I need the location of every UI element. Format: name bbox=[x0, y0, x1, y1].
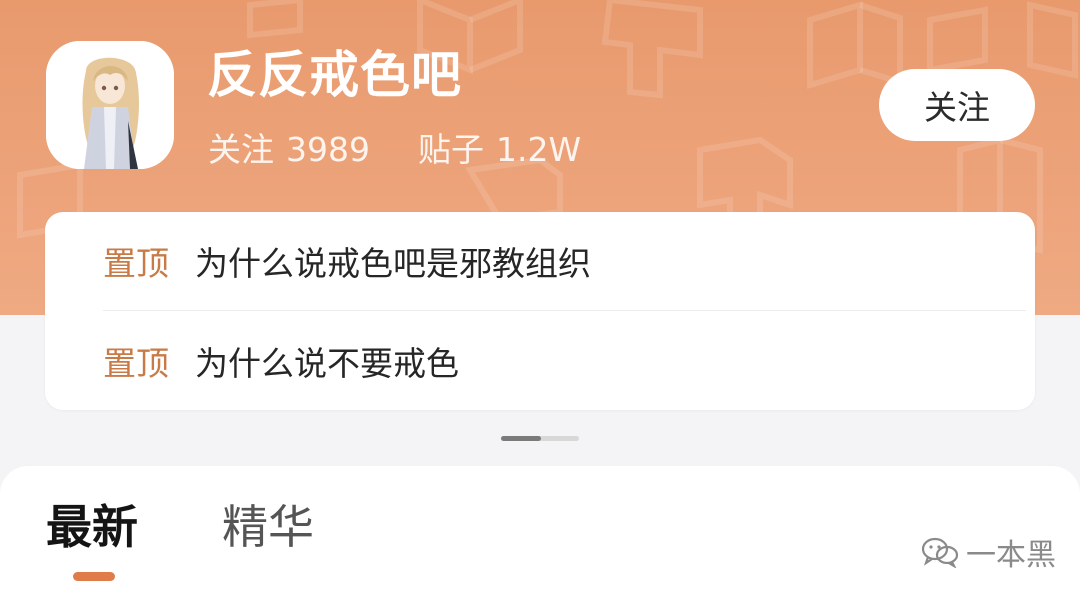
feed-tabs-sheet bbox=[0, 466, 1080, 606]
pinned-post-item[interactable]: 置顶 为什么说戒色吧是邪教组织 bbox=[45, 212, 1035, 310]
pinned-posts-card: 置顶 为什么说戒色吧是邪教组织 置顶 为什么说不要戒色 bbox=[45, 212, 1035, 410]
pinned-post-title: 为什么说不要戒色 bbox=[195, 344, 459, 383]
forum-avatar[interactable] bbox=[46, 41, 174, 169]
pinned-post-title: 为什么说戒色吧是邪教组织 bbox=[195, 244, 591, 283]
pinned-tag: 置顶 bbox=[103, 344, 169, 383]
anime-girl-avatar-icon bbox=[46, 41, 174, 169]
watermark-text: 一本黑 bbox=[966, 538, 1056, 573]
tab-latest[interactable]: 最新 bbox=[46, 498, 138, 556]
page-indicator bbox=[501, 436, 579, 441]
pinned-tag: 置顶 bbox=[103, 244, 169, 283]
follow-count-label: 关注 bbox=[208, 130, 274, 169]
divider bbox=[103, 310, 1026, 311]
posts-count: 1.2W bbox=[495, 130, 582, 169]
wechat-icon bbox=[921, 537, 959, 568]
follow-count: 3989 bbox=[286, 130, 370, 169]
follow-button[interactable]: 关注 bbox=[879, 69, 1035, 141]
page-indicator-active bbox=[501, 436, 541, 441]
forum-title: 反反戒色吧 bbox=[207, 46, 462, 104]
active-tab-indicator bbox=[73, 572, 115, 581]
watermark: 一本黑 bbox=[920, 532, 1056, 573]
posts-count-label: 贴子 bbox=[417, 130, 484, 169]
tab-featured[interactable]: 精华 bbox=[222, 498, 314, 556]
forum-stats: 关注 3989 贴子 1.2W bbox=[208, 128, 581, 172]
pinned-post-item[interactable]: 置顶 为什么说不要戒色 bbox=[45, 312, 1035, 410]
